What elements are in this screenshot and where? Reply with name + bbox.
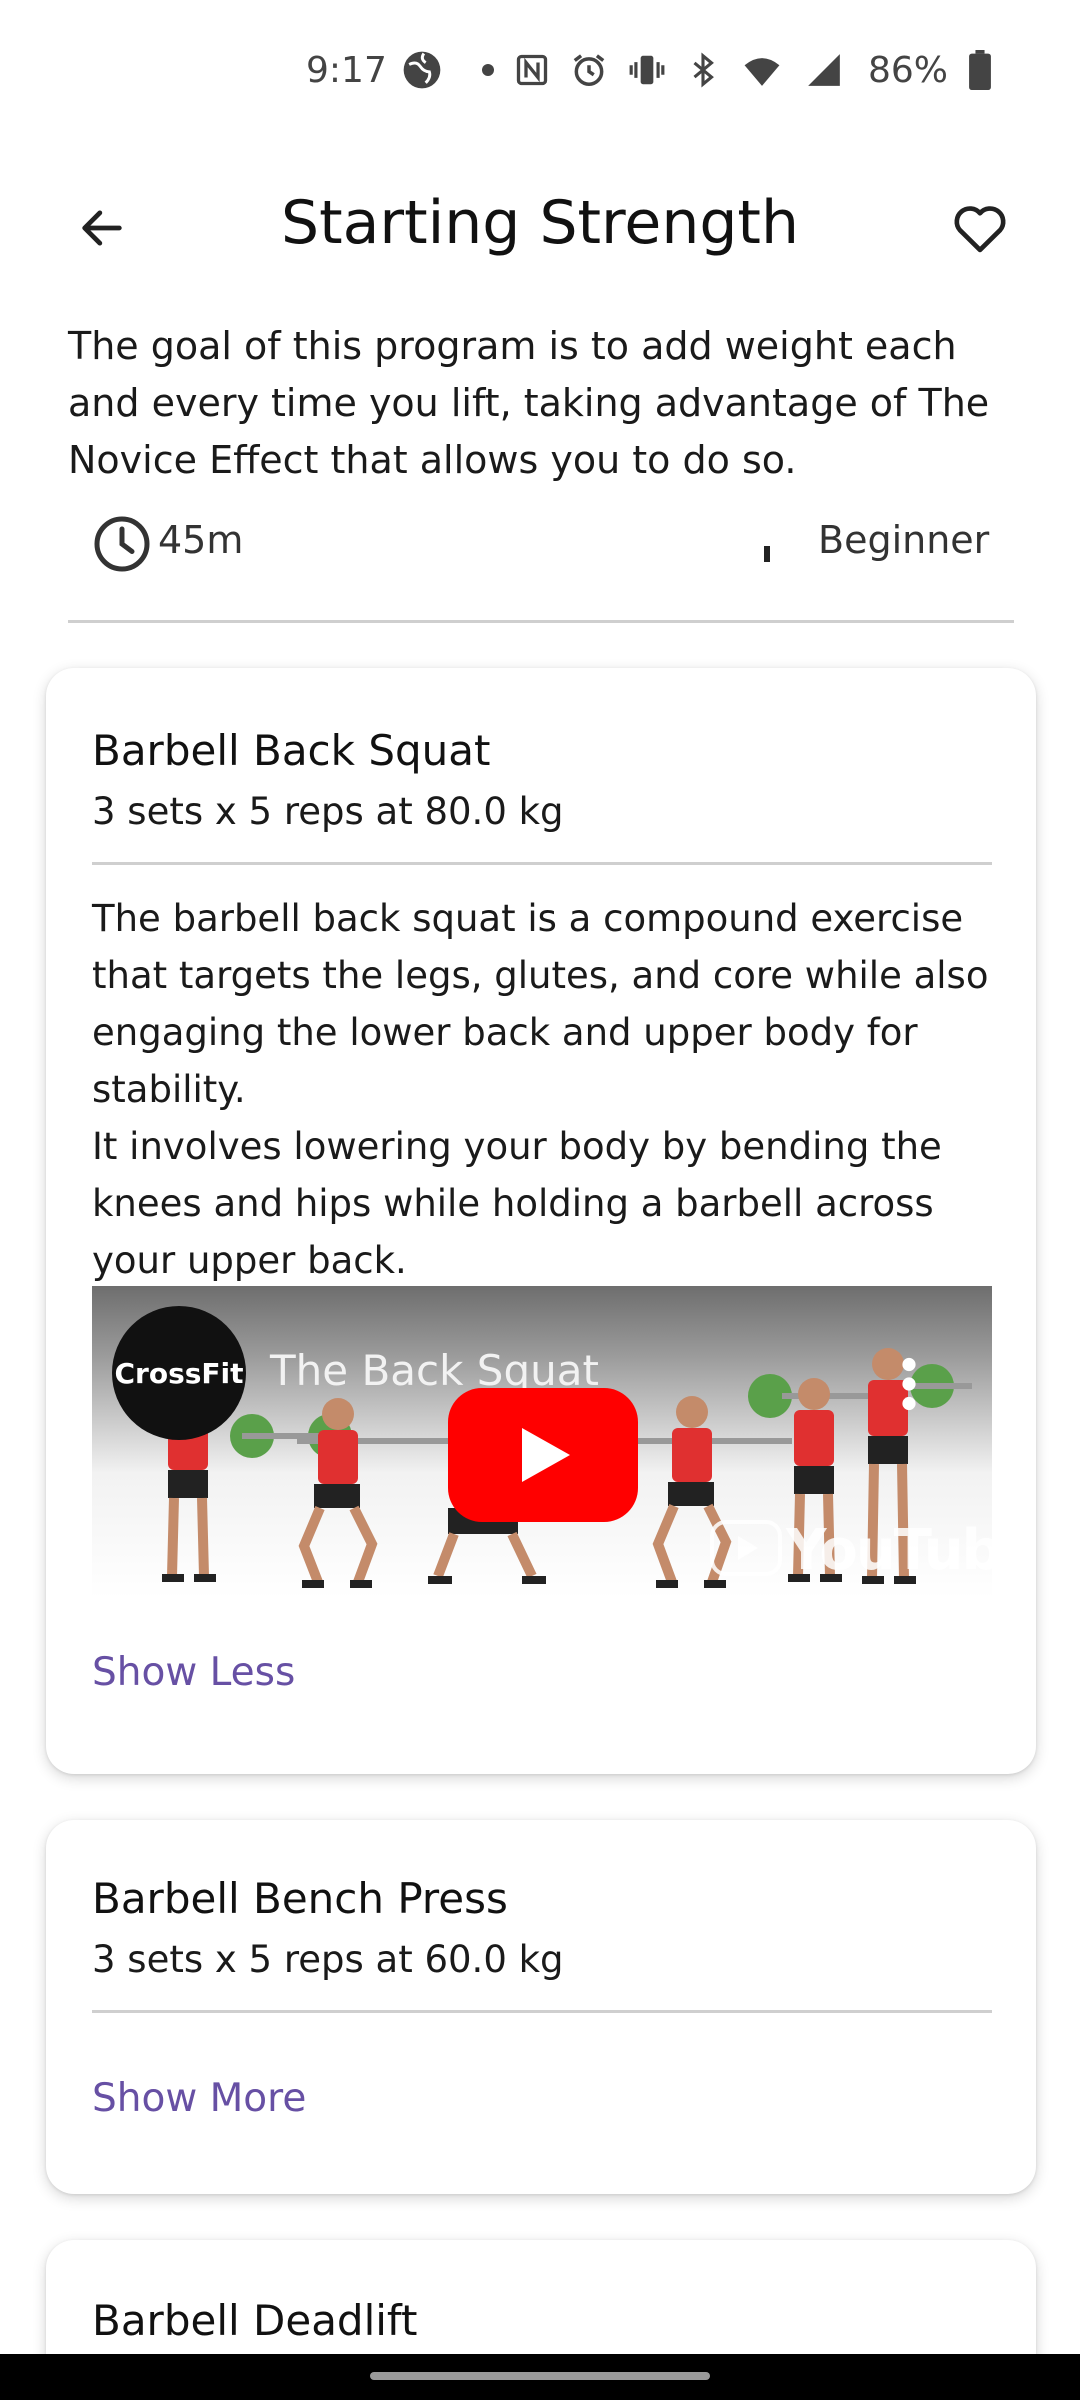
exercise-name: Barbell Bench Press — [92, 1874, 508, 1923]
alarm-icon — [573, 54, 605, 86]
wifi-icon — [744, 58, 780, 86]
youtube-logo-icon — [710, 1520, 782, 1576]
nfc-icon — [516, 54, 548, 86]
exercise-description: The barbell back squat is a compound exe… — [92, 897, 989, 1282]
status-icons: 86% — [400, 48, 992, 92]
status-time: 9:17 — [306, 50, 387, 91]
battery-percent: 86% — [868, 49, 949, 91]
system-nav-bar — [0, 2354, 1080, 2400]
status-bar: 9:17 86% — [0, 0, 1080, 150]
card-divider — [92, 862, 992, 865]
heart-outline-icon — [954, 206, 1006, 253]
globe-icon — [403, 51, 441, 89]
page-title: Starting Strength — [281, 188, 799, 258]
exercise-card[interactable]: Barbell Bench Press 3 sets x 5 reps at 6… — [46, 1820, 1036, 2194]
exercise-sets: 3 sets x 5 reps at 60.0 kg — [92, 1938, 564, 1981]
vibrate-icon — [629, 55, 665, 85]
exercise-name: Barbell Deadlift — [92, 2296, 418, 2345]
play-icon[interactable] — [448, 1388, 638, 1522]
app-bar: Starting Strength — [0, 170, 1080, 280]
more-vert-icon[interactable] — [900, 1356, 918, 1412]
favorite-button[interactable] — [944, 192, 1016, 264]
exercise-card[interactable]: Barbell Back Squat 3 sets x 5 reps at 80… — [46, 668, 1036, 1774]
card-divider — [92, 2010, 992, 2013]
program-level: Beginner — [818, 518, 990, 562]
program-meta: 45m Beginner — [92, 510, 992, 574]
program-duration: 45m — [158, 518, 244, 562]
show-less-button[interactable]: Show Less — [92, 1650, 295, 1695]
video-player[interactable]: CrossFit The Back Squat YouTube — [92, 1286, 992, 1598]
youtube-wordmark: YouTube — [786, 1518, 992, 1583]
exercise-name: Barbell Back Squat — [92, 726, 491, 775]
notification-dot-icon — [482, 64, 494, 76]
battery-icon — [969, 50, 991, 90]
show-more-button[interactable]: Show More — [92, 2076, 306, 2121]
home-gesture-handle[interactable] — [370, 2372, 710, 2380]
bluetooth-icon — [693, 52, 714, 88]
divider — [68, 620, 1014, 623]
level-indicator-icon — [764, 546, 770, 562]
program-description: The goal of this program is to add weigh… — [68, 324, 990, 482]
exercise-sets: 3 sets x 5 reps at 80.0 kg — [92, 790, 564, 833]
channel-avatar[interactable]: CrossFit — [112, 1306, 246, 1440]
signal-icon — [808, 54, 840, 86]
clock-icon — [94, 516, 150, 572]
